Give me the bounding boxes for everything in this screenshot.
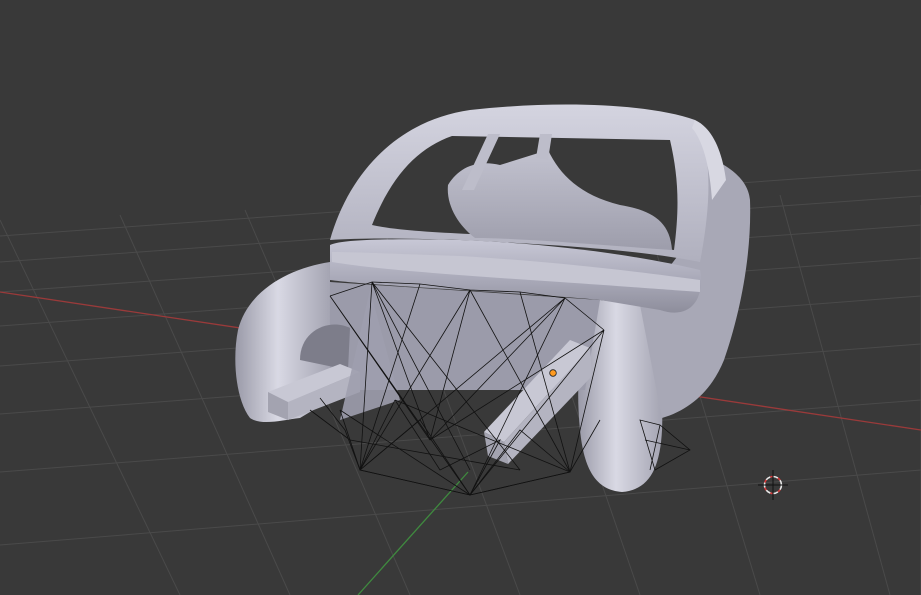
3d-viewport[interactable] (0, 0, 921, 595)
3d-cursor-icon[interactable] (758, 470, 788, 500)
object-origin-dot[interactable] (549, 369, 557, 377)
